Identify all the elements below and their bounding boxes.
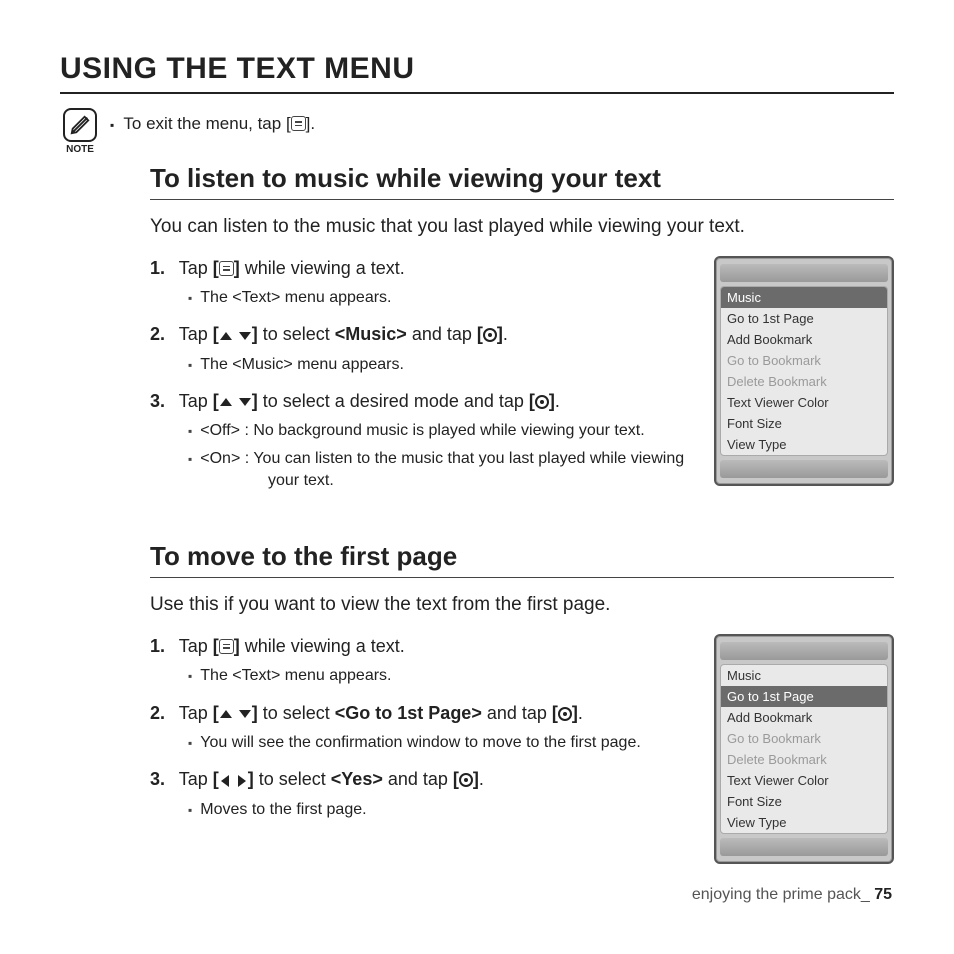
section-intro: You can listen to the music that you las… xyxy=(150,214,894,240)
menu-item: Delete Bookmark xyxy=(721,371,887,392)
step-2: 2. Tap [ ] to select <Go to 1st Page> an… xyxy=(150,701,696,754)
menu-item: Go to Bookmark xyxy=(721,728,887,749)
down-icon xyxy=(239,332,251,340)
section-intro: Use this if you want to view the text fr… xyxy=(150,592,894,618)
up-icon xyxy=(220,710,232,718)
select-icon xyxy=(558,707,572,721)
step-3: 3. Tap [ ] to select <Yes> and tap []. M… xyxy=(150,767,696,820)
select-icon xyxy=(459,773,473,787)
up-icon xyxy=(220,398,232,406)
step-1: 1. Tap [] while viewing a text. The <Tex… xyxy=(150,256,696,309)
menu-item: Font Size xyxy=(721,413,887,434)
device-menu-2: Music Go to 1st Page Add Bookmark Go to … xyxy=(720,664,888,834)
device-illustration-1: Music Go to 1st Page Add Bookmark Go to … xyxy=(714,256,894,486)
step-2: 2. Tap [ ] to select <Music> and tap [].… xyxy=(150,322,696,375)
section-first-page: To move to the first page Use this if yo… xyxy=(150,541,894,864)
menu-item-highlight: Music xyxy=(721,287,887,308)
select-icon xyxy=(483,328,497,342)
menu-item: Text Viewer Color xyxy=(721,392,887,413)
step-3: 3. Tap [ ] to select a desired mode and … xyxy=(150,389,696,491)
menu-item-highlight: Go to 1st Page xyxy=(721,686,887,707)
select-icon xyxy=(535,395,549,409)
menu-item: Add Bookmark xyxy=(721,329,887,350)
page-footer: enjoying the prime pack_ 75 xyxy=(692,886,892,904)
menu-item: Add Bookmark xyxy=(721,707,887,728)
menu-item: Font Size xyxy=(721,791,887,812)
section-heading: To move to the first page xyxy=(150,541,894,578)
menu-button-icon xyxy=(219,639,234,654)
note-block: NOTE ▪ To exit the menu, tap []. xyxy=(60,108,894,155)
menu-item: View Type xyxy=(721,812,887,833)
step-1: 1. Tap [] while viewing a text. The <Tex… xyxy=(150,634,696,687)
left-icon xyxy=(221,775,229,787)
down-icon xyxy=(239,398,251,406)
section-listen-music: To listen to music while viewing your te… xyxy=(150,163,894,505)
menu-item: Go to 1st Page xyxy=(721,308,887,329)
up-icon xyxy=(220,332,232,340)
menu-button-icon xyxy=(291,116,306,131)
note-label: NOTE xyxy=(66,144,94,155)
page-title: USING THE TEXT MENU xyxy=(60,52,894,94)
section-heading: To listen to music while viewing your te… xyxy=(150,163,894,200)
note-icon xyxy=(63,108,97,142)
menu-item: Music xyxy=(721,665,887,686)
menu-item: View Type xyxy=(721,434,887,455)
menu-item: Delete Bookmark xyxy=(721,749,887,770)
right-icon xyxy=(238,775,246,787)
menu-item: Go to Bookmark xyxy=(721,350,887,371)
menu-button-icon xyxy=(219,261,234,276)
device-illustration-2: Music Go to 1st Page Add Bookmark Go to … xyxy=(714,634,894,864)
down-icon xyxy=(239,710,251,718)
menu-item: Text Viewer Color xyxy=(721,770,887,791)
note-text: ▪ To exit the menu, tap []. xyxy=(110,114,315,134)
device-menu-1: Music Go to 1st Page Add Bookmark Go to … xyxy=(720,286,888,456)
